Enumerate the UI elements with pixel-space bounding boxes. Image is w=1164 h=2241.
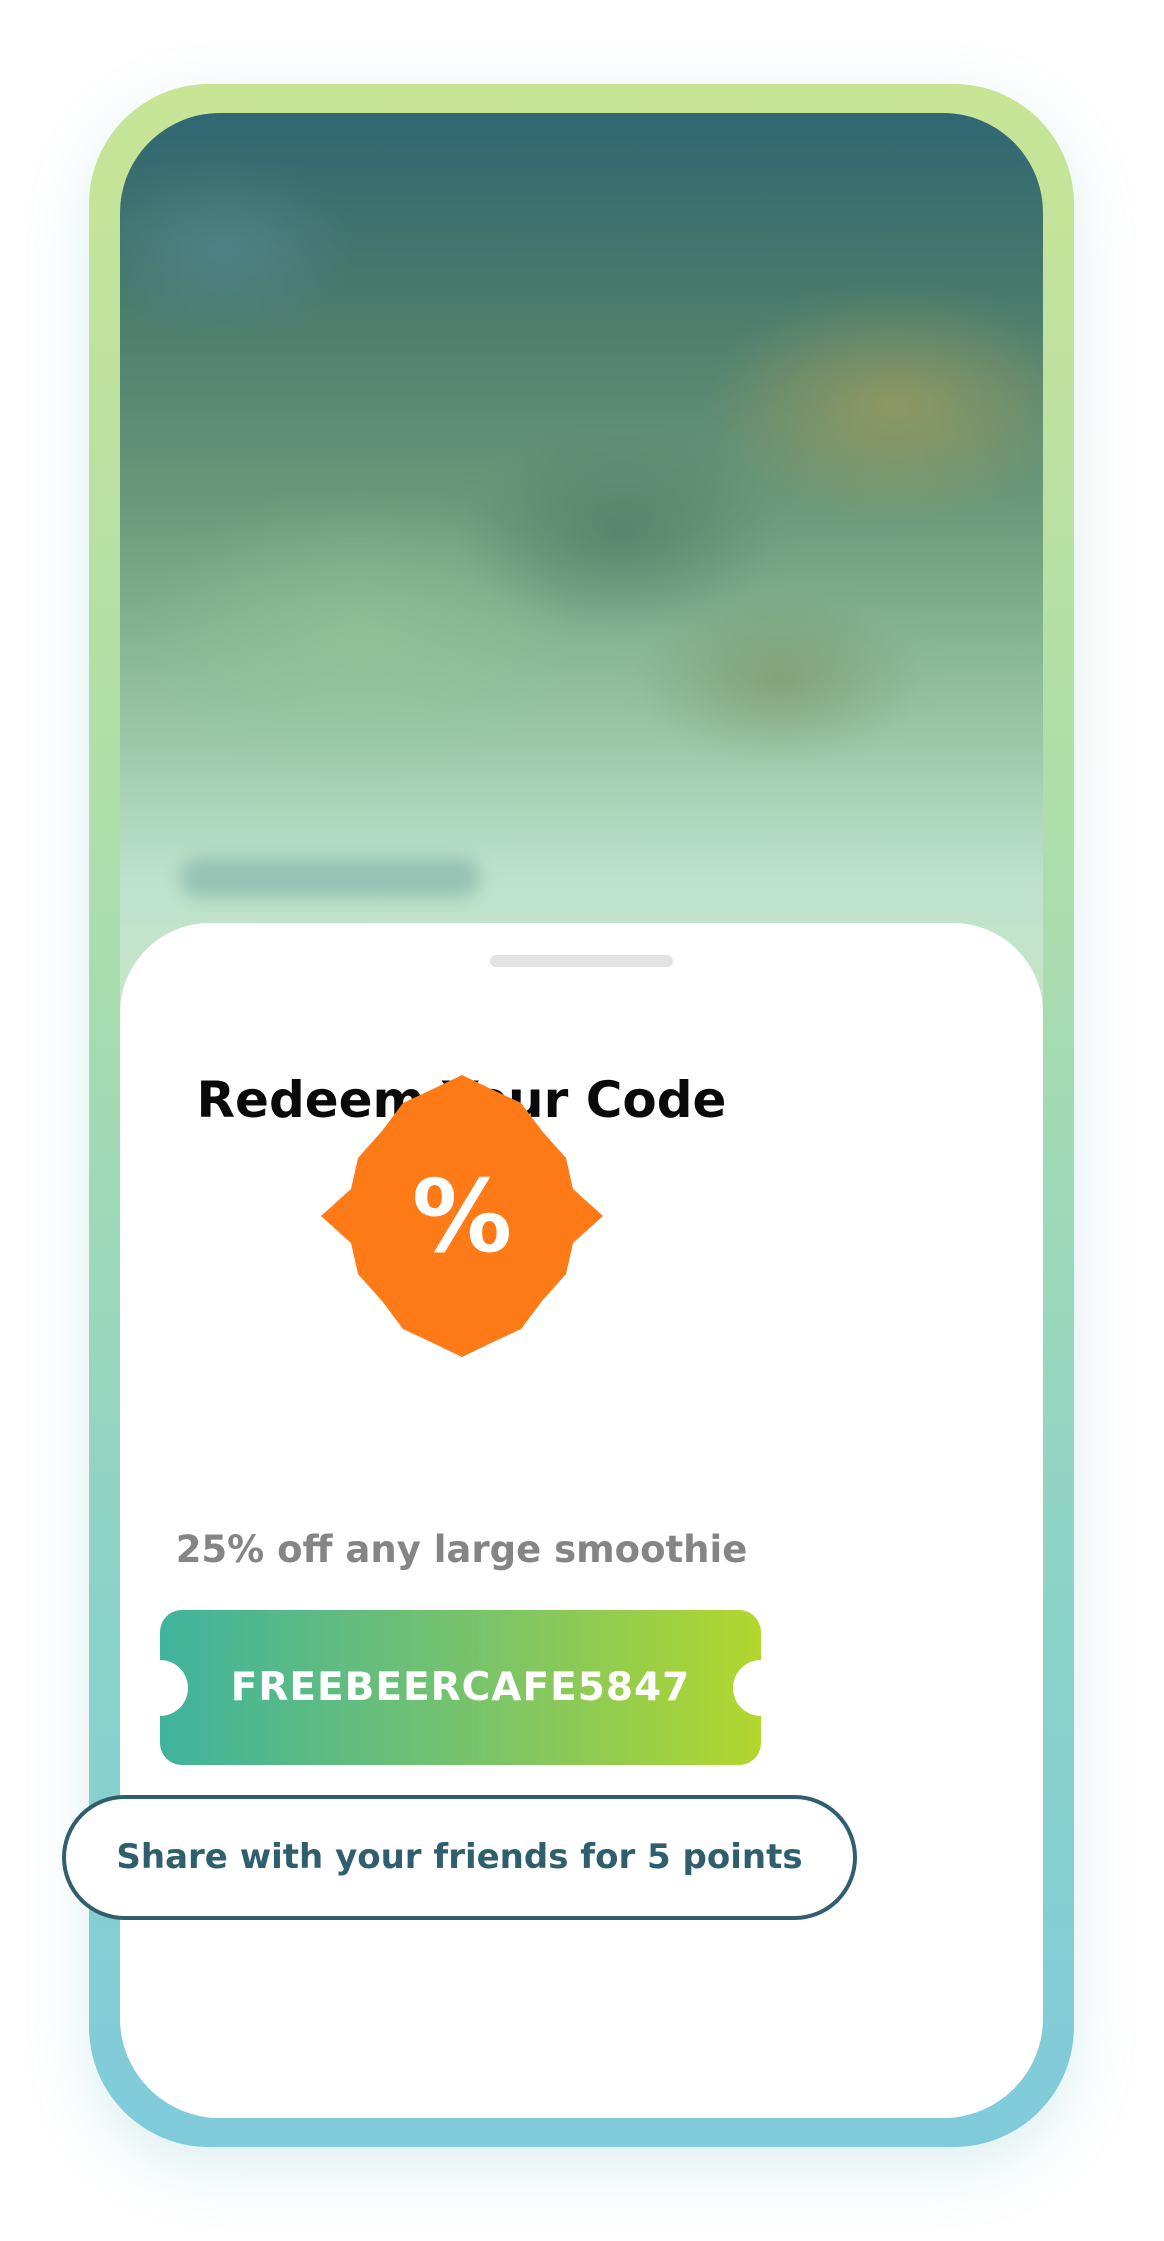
blurred-background-label: [180, 858, 480, 898]
sheet-drag-handle[interactable]: [490, 955, 673, 967]
share-button[interactable]: Share with your friends for 5 points: [62, 1795, 857, 1920]
offer-description: 25% off any large smoothie: [175, 1528, 748, 1571]
promo-code-ticket[interactable]: FREEBEERCAFE5847: [160, 1610, 761, 1765]
promo-code-text[interactable]: FREEBEERCAFE5847: [160, 1610, 761, 1765]
percent-symbol: %: [412, 1158, 512, 1275]
percent-badge-icon: %: [321, 1075, 603, 1357]
